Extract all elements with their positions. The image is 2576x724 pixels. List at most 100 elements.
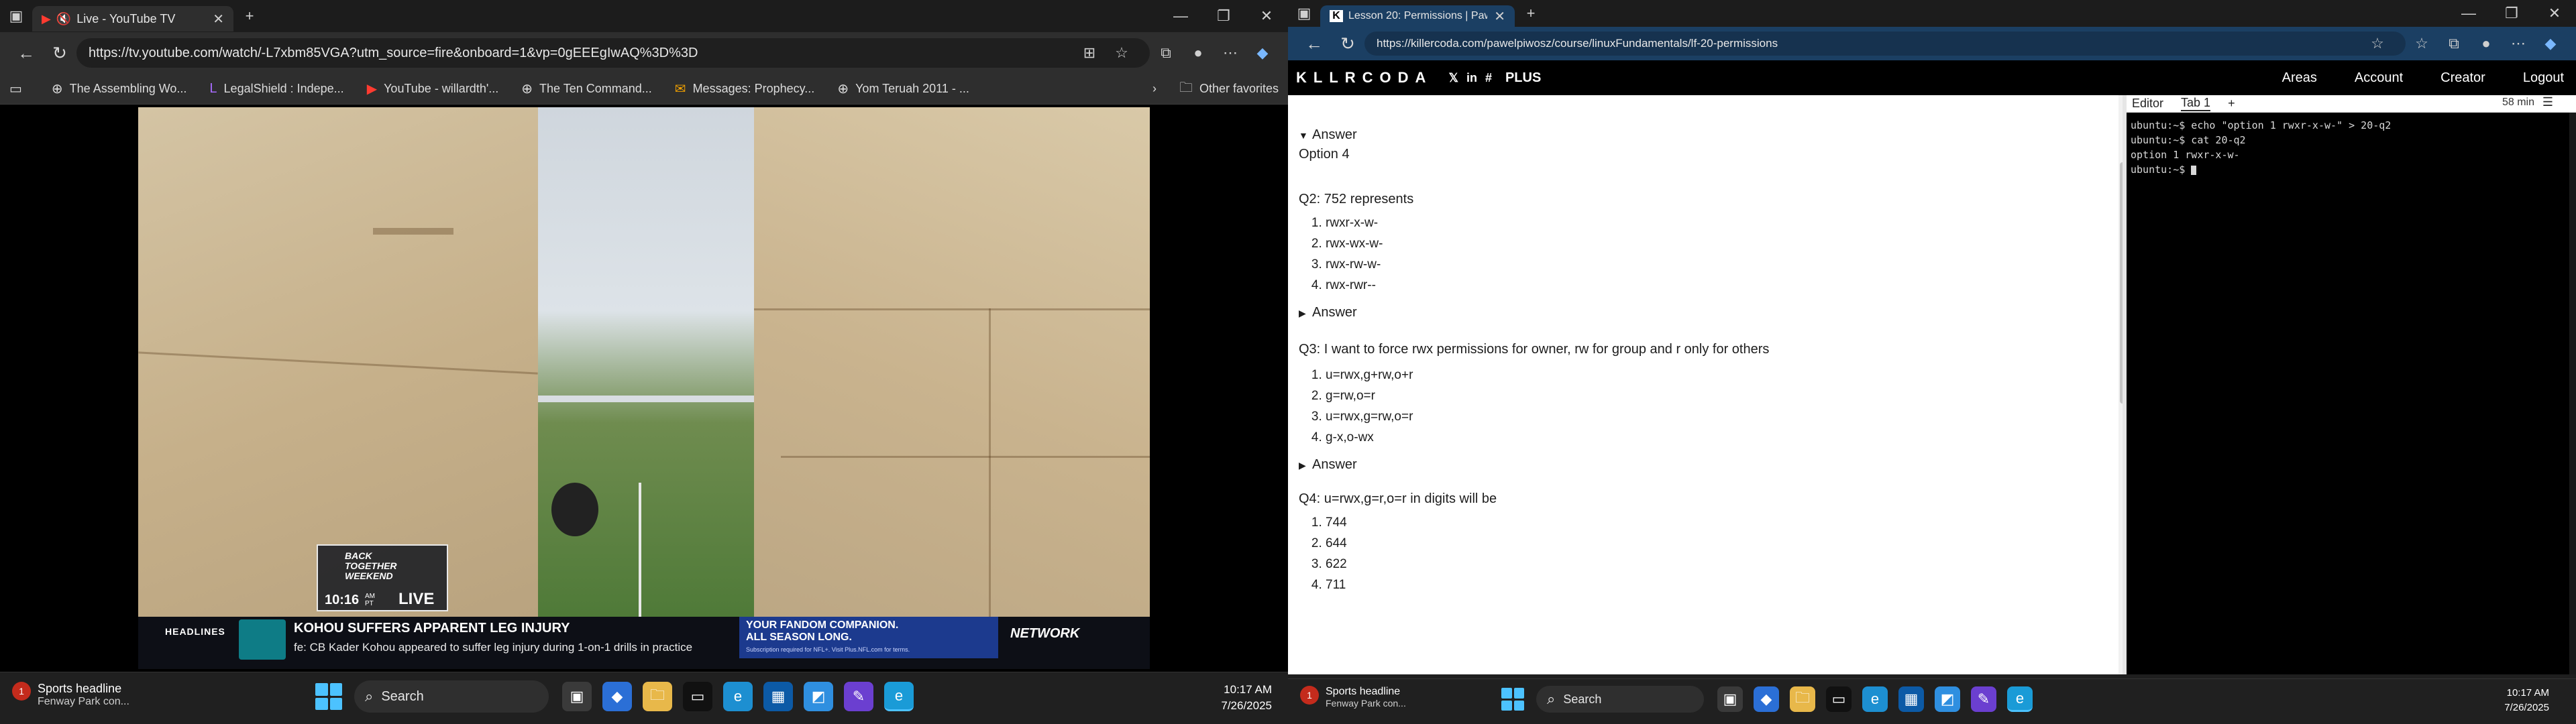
bookmark-4[interactable]: ⊕ The Ten Command...	[521, 80, 652, 97]
q2-question: Q2: 752 represents	[1299, 192, 1414, 206]
tab-killercoda[interactable]: K Lesson 20: Permissions | Pawel Pi... ✕	[1320, 5, 1515, 27]
q1-answer-toggle[interactable]: ▼ Answer	[1299, 127, 2104, 143]
nav-areas[interactable]: Areas	[2282, 70, 2317, 86]
store-icon[interactable]: ▦	[763, 682, 793, 711]
restore-icon[interactable]: ❐	[2490, 5, 2533, 22]
left-monitor: ▣ ▶ 🔇 Live - YouTube TV ✕ + — ❐ ✕ ← ↻ ht…	[0, 0, 1288, 724]
lesson-content: ▼Answer Option 4 Q2: 752 represents rwxr…	[1299, 101, 2104, 595]
terminal-scrollbar[interactable]	[2569, 113, 2576, 674]
nav-creator[interactable]: Creator	[2440, 70, 2485, 86]
refresh-icon[interactable]: ↻	[43, 43, 76, 64]
onenote-icon[interactable]: ✎	[1971, 686, 1996, 712]
browser-toolbar: ← ↻ https://killercoda.com/pawelpiwosz/c…	[1288, 27, 2576, 60]
address-bar[interactable]: https://tv.youtube.com/watch/-L7xbm85VGA…	[76, 38, 1150, 68]
tab-youtube-tv[interactable]: ▶ 🔇 Live - YouTube TV ✕	[32, 6, 233, 32]
sidebar-toggle-icon[interactable]: ▣	[0, 7, 32, 25]
taskbar-clock[interactable]: 10:17 AM 7/26/2025	[2504, 686, 2549, 715]
twitter-icon[interactable]: 𝕏	[1448, 71, 1458, 85]
list-item: 644	[1326, 533, 2104, 554]
new-tab-icon[interactable]: +	[1515, 5, 1547, 22]
bookmark-3[interactable]: ▶ YouTube - willardth'...	[367, 80, 499, 97]
nav-account[interactable]: Account	[2355, 70, 2403, 86]
back-icon[interactable]: ←	[1297, 34, 1331, 54]
terminal-icon[interactable]: ▭	[1826, 686, 1851, 712]
terminal-icon[interactable]: ▭	[683, 682, 712, 711]
lesson-scrollbar-thumb[interactable]	[2120, 162, 2123, 404]
linkedin-icon[interactable]: in	[1466, 71, 1477, 85]
other-favorites[interactable]: 🗀 Other favorites	[1179, 78, 1279, 101]
bookmark-6[interactable]: ⊕ Yom Teruah 2011 - ...	[837, 80, 969, 97]
taskbar-search[interactable]: ⌕ Search	[354, 680, 549, 713]
app-install-icon[interactable]: ⊞	[1073, 44, 1106, 62]
start-icon[interactable]	[1501, 688, 1524, 711]
q3-question: Q3: I want to force rwx permissions for …	[1299, 342, 1770, 357]
bookmark-2[interactable]: L LegalShield : Indepe...	[209, 81, 343, 97]
lesson-pane: ▼Answer Option 4 Q2: 752 represents rwxr…	[1288, 95, 2127, 674]
window-close-icon[interactable]: ✕	[1245, 7, 1288, 25]
task-view-icon[interactable]: ▣	[1717, 686, 1743, 712]
terminal-output[interactable]: ubuntu:~$ echo "option 1 rwxr-x-w-" > 20…	[2131, 118, 2391, 177]
edge-icon[interactable]: e	[723, 682, 753, 711]
task-view-icon[interactable]: ▣	[562, 682, 592, 711]
photos-icon[interactable]: ◩	[1935, 686, 1960, 712]
profile-avatar[interactable]: ●	[2470, 35, 2502, 52]
tab-terminal-1[interactable]: Tab 1	[2181, 96, 2211, 111]
bookmark-1[interactable]: ⊕ The Assembling Wo...	[52, 80, 187, 97]
minimize-icon[interactable]: —	[1159, 7, 1202, 25]
menu-icon[interactable]: ☰	[2542, 95, 2553, 109]
bookmark-5[interactable]: ✉ Messages: Prophecy...	[675, 80, 815, 97]
address-bar[interactable]: https://killercoda.com/pawelpiwosz/cours…	[1364, 32, 2406, 56]
favorite-star-icon[interactable]: ☆	[2361, 35, 2394, 52]
tab-bar: ▣ K Lesson 20: Permissions | Pawel Pi...…	[1288, 0, 2576, 27]
more-icon[interactable]: ⋯	[2502, 35, 2534, 52]
plus-link[interactable]: PLUS	[1505, 70, 1541, 86]
tab-editor[interactable]: Editor	[2132, 97, 2163, 111]
killercoda-logo[interactable]: KLLRCODA	[1296, 69, 1432, 86]
close-icon[interactable]: ✕	[213, 11, 224, 27]
taskbar-search[interactable]: ⌕ Search	[1536, 686, 1704, 713]
q2-answer-toggle[interactable]: ▶ Answer	[1299, 305, 2104, 320]
headline-text: KOHOU SUFFERS APPARENT LEG INJURY	[294, 621, 570, 636]
favorites-icon[interactable]: ☆	[2406, 35, 2438, 52]
mute-icon[interactable]: 🔇	[56, 12, 71, 26]
refresh-icon[interactable]: ↻	[1331, 34, 1364, 54]
taskbar-clock[interactable]: 10:17 AM 7/26/2025	[1221, 682, 1272, 714]
video-player[interactable]: BACK TOGETHER WEEKEND 10:16 AM PT LIVE H…	[0, 105, 1288, 672]
start-icon[interactable]	[315, 683, 342, 710]
photos-icon[interactable]: ◩	[804, 682, 833, 711]
sidebar-toggle-icon[interactable]: ▣	[1288, 5, 1320, 22]
terminal-pane[interactable]: Editor Tab 1 + 58 min ☰ ubuntu:~$ echo "…	[2127, 95, 2576, 674]
window-close-icon[interactable]: ✕	[2533, 5, 2576, 22]
copilot-app-icon[interactable]: ◆	[1754, 686, 1779, 712]
edge-active-icon[interactable]: e	[2007, 686, 2033, 712]
nav-logout[interactable]: Logout	[2523, 70, 2564, 86]
copilot-icon[interactable]: ◆	[2534, 35, 2567, 52]
profile-avatar[interactable]: ●	[1182, 44, 1214, 62]
list-item: rwx-rw-w-	[1326, 254, 2104, 275]
edge-active-icon[interactable]: e	[884, 682, 914, 711]
slack-icon[interactable]: #	[1485, 71, 1492, 85]
close-icon[interactable]: ✕	[1494, 8, 1505, 25]
back-icon[interactable]: ←	[9, 43, 43, 64]
copilot-icon[interactable]: ◆	[1246, 44, 1279, 62]
add-tab-button[interactable]: +	[2228, 97, 2235, 111]
collections-icon[interactable]: ⧉	[2438, 35, 2470, 52]
copilot-app-icon[interactable]: ◆	[602, 682, 632, 711]
favorite-star-icon[interactable]: ☆	[1106, 44, 1138, 62]
workspaces-icon[interactable]: ▭	[9, 80, 29, 97]
news-widget[interactable]: 1 Sports headline Fenway Park con...	[1300, 686, 1406, 709]
more-icon[interactable]: ⋯	[1214, 44, 1246, 62]
collections-icon[interactable]: ⧉	[1150, 44, 1182, 62]
edge-icon[interactable]: e	[1862, 686, 1888, 712]
file-explorer-icon[interactable]: 🗀	[643, 682, 672, 711]
minimize-icon[interactable]: —	[2447, 5, 2490, 22]
bookmarks-overflow-icon[interactable]: ›	[1152, 82, 1157, 96]
store-icon[interactable]: ▦	[1898, 686, 1924, 712]
q3-answer-toggle[interactable]: ▶ Answer	[1299, 457, 2104, 473]
new-tab-icon[interactable]: +	[233, 7, 266, 25]
restore-icon[interactable]: ❐	[1202, 7, 1245, 25]
video-frame: BACK TOGETHER WEEKEND 10:16 AM PT LIVE H…	[138, 107, 1150, 669]
onenote-icon[interactable]: ✎	[844, 682, 873, 711]
news-widget[interactable]: 1 Sports headline Fenway Park con...	[12, 682, 129, 708]
file-explorer-icon[interactable]: 🗀	[1790, 686, 1815, 712]
